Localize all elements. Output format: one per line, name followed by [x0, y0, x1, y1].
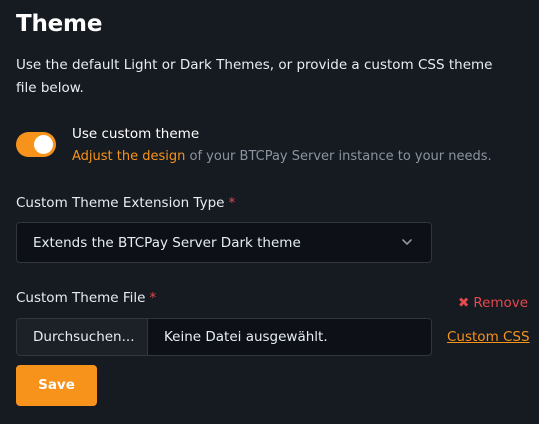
theme-settings-page: Theme Use the default Light or Dark Them… [0, 0, 539, 424]
remove-button[interactable]: ✖ Remove [458, 293, 528, 313]
remove-label: Remove [473, 295, 529, 311]
custom-css-link[interactable]: Custom CSS [447, 327, 530, 347]
custom-theme-help-text: of your BTCPay Server instance to your n… [185, 149, 492, 164]
required-mark: * [228, 195, 236, 211]
section-description: Use the default Light or Dark Themes, or… [16, 57, 493, 96]
save-button[interactable]: Save [16, 365, 97, 406]
theme-file-input[interactable]: Durchsuchen... Keine Datei ausgewählt. [16, 318, 432, 356]
chevron-down-icon [402, 239, 412, 245]
section-title: Theme [16, 11, 103, 37]
extension-type-label-text: Custom Theme Extension Type [16, 195, 225, 211]
no-file-text: Keine Datei ausgewählt. [164, 329, 328, 345]
x-icon: ✖ [458, 295, 470, 311]
custom-theme-label: Use custom theme [72, 126, 200, 142]
extension-type-select[interactable]: Extends the BTCPay Server Dark theme [16, 222, 432, 263]
toggle-knob [34, 135, 53, 154]
required-mark: * [149, 290, 157, 306]
browse-button[interactable]: Durchsuchen... [17, 319, 148, 355]
theme-file-label-text: Custom Theme File [16, 290, 146, 306]
extension-type-label: Custom Theme Extension Type * [16, 193, 235, 213]
adjust-design-link[interactable]: Adjust the design [72, 149, 185, 164]
theme-file-label: Custom Theme File * [16, 288, 156, 308]
extension-type-selected: Extends the BTCPay Server Dark theme [33, 235, 301, 251]
custom-theme-help: Adjust the design of your BTCPay Server … [72, 147, 532, 167]
custom-theme-toggle[interactable] [16, 132, 56, 157]
